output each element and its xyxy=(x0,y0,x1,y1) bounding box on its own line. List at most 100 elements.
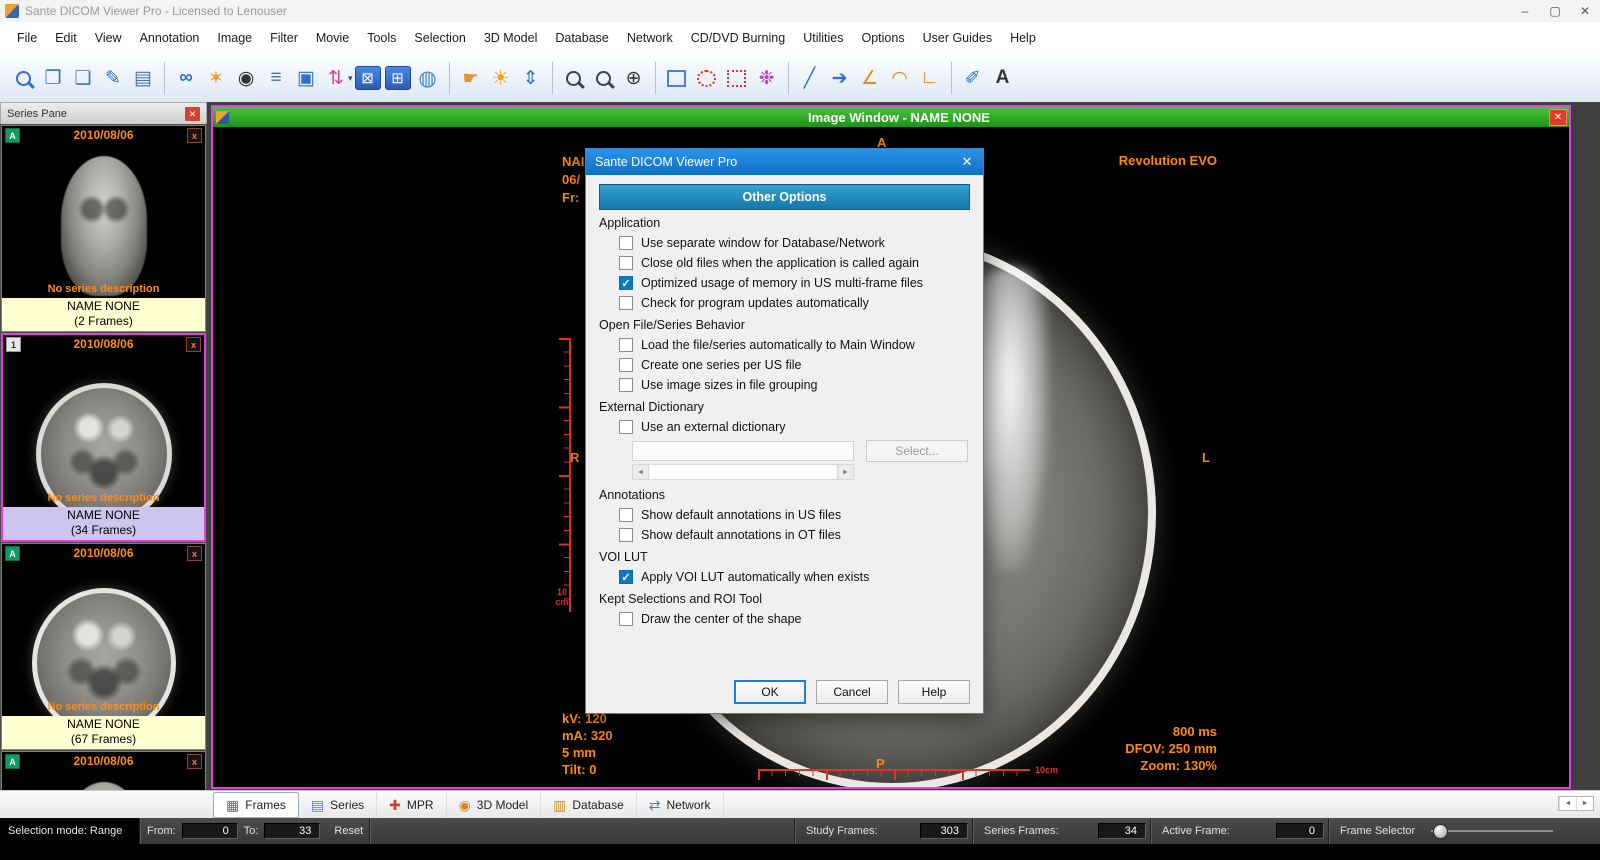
tab-network[interactable]: ⇄ Network xyxy=(637,793,724,817)
tab-3d-model[interactable]: ◉ 3D Model xyxy=(447,793,542,817)
menu-item-view[interactable]: View xyxy=(86,26,131,50)
checkbox[interactable] xyxy=(619,612,633,626)
menu-item-tools[interactable]: Tools xyxy=(358,26,405,50)
slider-track[interactable] xyxy=(1431,830,1553,832)
menu-item-database[interactable]: Database xyxy=(546,26,618,50)
curve-annotation-icon[interactable]: ◠ xyxy=(885,63,915,93)
sort-dropdown-arrow-icon[interactable]: ▾ xyxy=(348,73,353,84)
series-close-icon[interactable]: x xyxy=(187,546,202,561)
checkbox[interactable] xyxy=(619,420,633,434)
zoom-tool-icon[interactable] xyxy=(559,63,589,93)
checkbox-row-optimized-memory[interactable]: Optimized usage of memory in US multi-fr… xyxy=(619,276,970,290)
series-item-1[interactable]: 2010/08/06 A x No series description NAM… xyxy=(1,125,206,332)
checkbox-row-apply-voi-lut[interactable]: Apply VOI LUT automatically when exists xyxy=(619,570,970,584)
reference-image-icon[interactable]: ▣ xyxy=(291,63,321,93)
help-button[interactable]: Help xyxy=(898,680,970,704)
menu-item-options[interactable]: Options xyxy=(853,26,914,50)
cobb-angle-icon[interactable]: ∟ xyxy=(915,63,945,93)
series-close-icon[interactable]: x xyxy=(187,128,202,143)
copy-image-icon[interactable]: ❏ xyxy=(68,63,98,93)
dialog-close-icon[interactable]: ✕ xyxy=(951,149,983,175)
menu-item-utilities[interactable]: Utilities xyxy=(794,26,852,50)
show-overlay-icon[interactable]: ◉ xyxy=(231,63,261,93)
magnify-region-icon[interactable] xyxy=(589,63,619,93)
menu-item-edit[interactable]: Edit xyxy=(46,26,86,50)
scroll-left-icon[interactable]: ◄ xyxy=(633,465,648,479)
preview-image-icon[interactable] xyxy=(8,63,38,93)
rect-roi-icon[interactable] xyxy=(722,63,752,93)
dictionary-path-scrollbar[interactable]: ◄ ► xyxy=(632,464,854,480)
menu-item-selection[interactable]: Selection xyxy=(405,26,474,50)
maximize-icon[interactable]: ▢ xyxy=(1540,0,1570,22)
menu-item-cd-dvd-burning[interactable]: CD/DVD Burning xyxy=(682,26,794,50)
browse-frames-icon[interactable]: ⇕ xyxy=(516,63,546,93)
open-image-icon[interactable]: ❐ xyxy=(38,63,68,93)
checkbox[interactable] xyxy=(619,338,633,352)
ok-button[interactable]: OK xyxy=(734,680,806,704)
reset-button[interactable]: Reset xyxy=(334,825,363,837)
link-series-icon[interactable]: ∞ xyxy=(171,63,201,93)
menu-item-file[interactable]: File xyxy=(8,26,46,50)
checkbox-row-annotations-ot[interactable]: Show default annotations in OT files xyxy=(619,528,970,542)
unlink-series-icon[interactable]: ✶ xyxy=(201,63,231,93)
series-item-4-partial[interactable]: 2010/08/06 A x xyxy=(1,751,206,790)
checkbox-row-annotations-us[interactable]: Show default annotations in US files xyxy=(619,508,970,522)
dialog-titlebar[interactable]: Sante DICOM Viewer Pro ✕ xyxy=(586,149,983,175)
sphere-3d-icon[interactable]: ◍ xyxy=(413,63,443,93)
tab-series[interactable]: ▤ Series xyxy=(299,793,377,817)
menu-item-3d-model[interactable]: 3D Model xyxy=(475,26,547,50)
tab-scrollbar[interactable]: ◄ ► xyxy=(1558,796,1594,811)
scroll-left-icon[interactable]: ◄ xyxy=(1559,797,1576,810)
menu-item-user-guides[interactable]: User Guides xyxy=(914,26,1001,50)
fit-to-image-icon[interactable]: ⊠ xyxy=(353,63,383,93)
menu-item-filter[interactable]: Filter xyxy=(261,26,307,50)
checkbox-row-close-old-files[interactable]: Close old files when the application is … xyxy=(619,256,970,270)
sort-frames-icon[interactable]: ⇅ xyxy=(321,63,351,93)
minimize-icon[interactable]: – xyxy=(1510,0,1540,22)
line-measure-icon[interactable]: ╱ xyxy=(795,63,825,93)
slider-thumb[interactable] xyxy=(1433,824,1448,839)
image-window-system-icon[interactable] xyxy=(216,111,229,124)
menu-item-help[interactable]: Help xyxy=(1001,26,1045,50)
tab-mpr[interactable]: ✚ MPR xyxy=(377,793,446,817)
select-dictionary-button[interactable]: Select... xyxy=(866,440,968,462)
scrollbar-thumb[interactable] xyxy=(648,465,838,479)
series-item-2-selected[interactable]: 2010/08/06 1 x No series description NAM… xyxy=(1,333,206,542)
fit-to-window-icon[interactable]: ⊞ xyxy=(383,63,413,93)
ellipse-roi-icon[interactable] xyxy=(692,63,722,93)
arrow-annotation-icon[interactable]: ➔ xyxy=(825,63,855,93)
scroll-right-icon[interactable]: ► xyxy=(1576,797,1593,810)
menu-item-annotation[interactable]: Annotation xyxy=(131,26,209,50)
checkbox-row-one-series-per-us[interactable]: Create one series per US file xyxy=(619,358,970,372)
checkbox[interactable] xyxy=(619,570,633,584)
frame-selector-slider[interactable] xyxy=(1431,823,1553,839)
close-icon[interactable]: ✕ xyxy=(1570,0,1600,22)
menu-item-movie[interactable]: Movie xyxy=(307,26,358,50)
checkbox[interactable] xyxy=(619,296,633,310)
tab-frames[interactable]: ▦ Frames xyxy=(213,792,299,818)
angle-measure-icon[interactable]: ∠ xyxy=(855,63,885,93)
from-value-field[interactable]: 0 xyxy=(182,823,238,839)
checkbox-row-load-automatically[interactable]: Load the file/series automatically to Ma… xyxy=(619,338,970,352)
paste-image-icon[interactable]: ▤ xyxy=(128,63,158,93)
tab-database[interactable]: ▥ Database xyxy=(541,793,637,817)
stack-mode-icon[interactable]: ≡ xyxy=(261,63,291,93)
series-close-icon[interactable]: x xyxy=(186,337,201,352)
checkbox-row-external-dictionary[interactable]: Use an external dictionary xyxy=(619,420,970,434)
pencil-annotation-icon[interactable]: ✐ xyxy=(958,63,988,93)
checkbox-row-separate-window[interactable]: Use separate window for Database/Network xyxy=(619,236,970,250)
series-close-icon[interactable]: x xyxy=(187,754,202,769)
checkbox[interactable] xyxy=(619,508,633,522)
text-annotation-icon[interactable]: A xyxy=(988,63,1018,93)
image-window-titlebar[interactable]: Image Window - NAME NONE ✕ xyxy=(213,107,1569,127)
cancel-button[interactable]: Cancel xyxy=(816,680,888,704)
checkbox-row-draw-center[interactable]: Draw the center of the shape xyxy=(619,612,970,626)
checkbox-row-check-updates[interactable]: Check for program updates automatically xyxy=(619,296,970,310)
other-options-button[interactable]: Other Options xyxy=(599,184,970,210)
menu-item-image[interactable]: Image xyxy=(208,26,261,50)
palette-icon[interactable]: ❉ xyxy=(752,63,782,93)
checkbox[interactable] xyxy=(619,528,633,542)
dictionary-path-input[interactable] xyxy=(632,441,854,461)
rect-selection-icon[interactable] xyxy=(662,63,692,93)
pan-tool-icon[interactable]: ☛ xyxy=(456,63,486,93)
